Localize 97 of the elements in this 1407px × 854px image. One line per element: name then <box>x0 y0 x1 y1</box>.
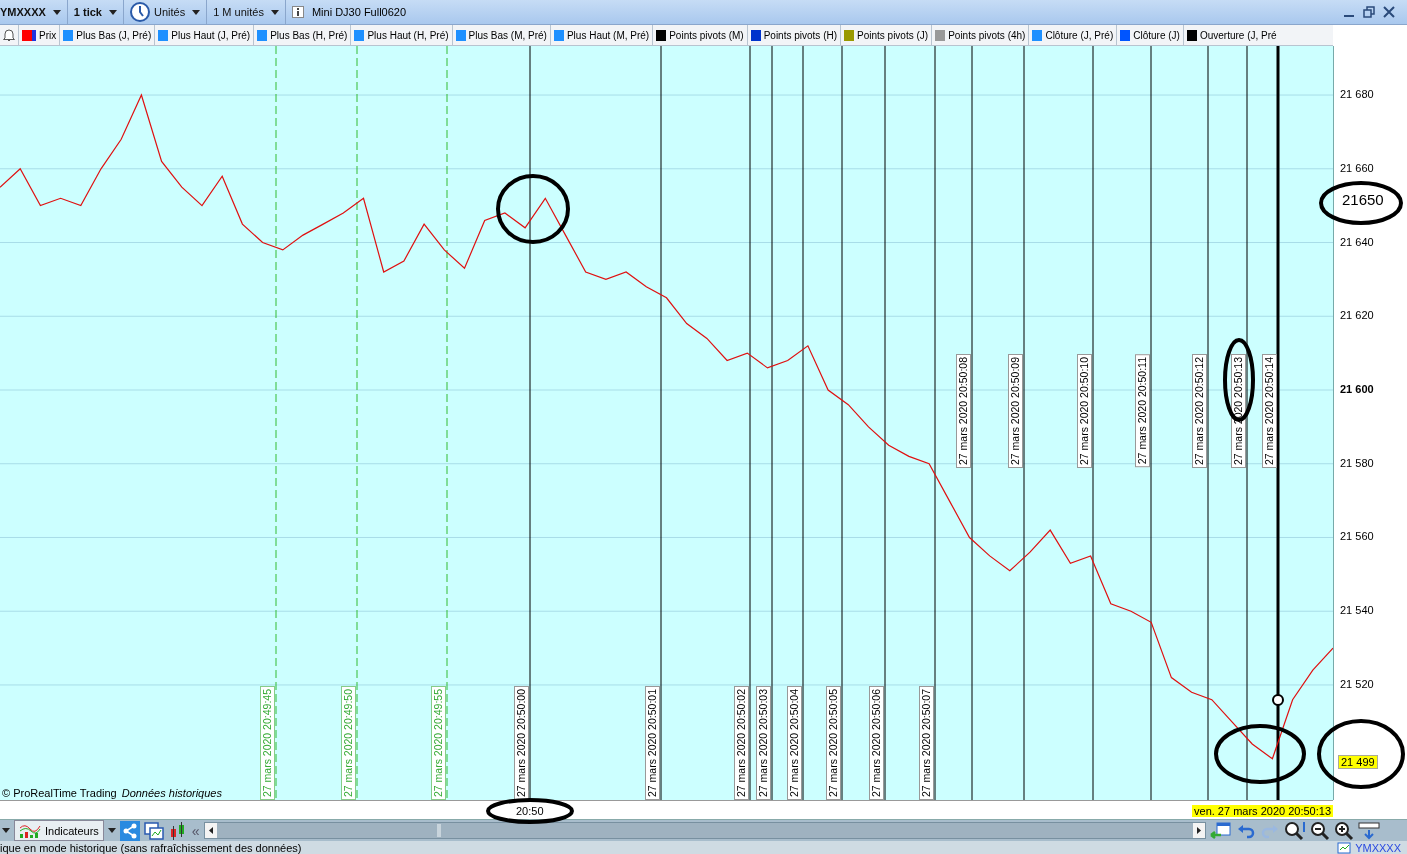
collapse-button[interactable]: « <box>191 822 200 839</box>
clock-icon <box>130 2 150 22</box>
time-marker-line[interactable] <box>971 46 973 800</box>
legend-item[interactable]: Points pivots (4h) <box>931 25 1029 45</box>
axis-label: 21 680 <box>1340 88 1374 101</box>
scroll-left-icon[interactable] <box>204 823 217 839</box>
caret-icon[interactable] <box>2 828 10 834</box>
zoom-fit-icon[interactable] <box>1283 820 1306 841</box>
time-marker-label: 27 mars 2020 20:50:08 <box>956 354 971 468</box>
time-marker-line[interactable] <box>356 46 358 800</box>
legend-item[interactable]: Plus Bas (M, Pré) <box>451 25 550 45</box>
legend-item[interactable]: Plus Haut (J, Pré) <box>154 25 254 45</box>
time-marker-label: 27 mars 2020 20:50:11 <box>1135 354 1150 468</box>
time-marker-line[interactable] <box>1246 46 1248 800</box>
caret-icon <box>192 9 201 15</box>
time-marker-label: 27 mars 2020 20:50:10 <box>1077 354 1092 468</box>
axis-label: 21 640 <box>1340 235 1374 248</box>
time-marker-label: 27 mars 2020 20:50:04 <box>787 686 802 800</box>
legend-item[interactable]: Prix <box>18 25 60 45</box>
restore-icon[interactable] <box>1363 6 1375 18</box>
time-marker-line[interactable] <box>771 46 773 800</box>
time-marker-label: 27 mars 2020 20:50:07 <box>919 686 934 800</box>
close-icon[interactable] <box>1383 6 1395 18</box>
legend-item[interactable]: Points pivots (H) <box>746 25 840 45</box>
price-tag: 21 499 <box>1338 755 1378 769</box>
indicator-chart-icon <box>19 822 41 839</box>
legend-item[interactable]: Clôture (J, Pré) <box>1028 25 1117 45</box>
time-marker-label: 27 mars 2020 20:49:55 <box>431 686 446 800</box>
legend-item[interactable]: Plus Haut (M, Pré) <box>549 25 653 45</box>
copyright-text: © ProRealTime Trading <box>2 787 117 799</box>
time-marker-label: 27 mars 2020 20:50:03 <box>756 686 771 800</box>
time-marker-line[interactable] <box>660 46 662 800</box>
zoom-out-icon[interactable] <box>1309 820 1330 841</box>
time-marker-line[interactable] <box>275 46 277 800</box>
more-icon[interactable] <box>1357 820 1380 841</box>
calendar-icon[interactable] <box>1209 820 1232 841</box>
zoom-in-icon[interactable] <box>1333 820 1354 841</box>
time-marker-line[interactable] <box>841 46 843 800</box>
scrollbar[interactable] <box>203 822 1206 840</box>
time-marker-line[interactable] <box>1276 46 1280 800</box>
caret-icon <box>109 9 117 15</box>
axis-label: 21 540 <box>1340 604 1374 617</box>
units-count-dropdown[interactable]: 1 M unités <box>207 0 286 24</box>
time-marker-label: 27 mars 2020 20:50:05 <box>826 686 841 800</box>
axis-label: 21 620 <box>1340 309 1374 322</box>
time-marker-line[interactable] <box>1207 46 1209 800</box>
bell-icon[interactable] <box>2 28 16 42</box>
time-marker-label: 27 mars 2020 20:50:01 <box>645 686 660 800</box>
caret-icon <box>270 9 279 15</box>
legend-item[interactable]: Points pivots (M) <box>652 25 747 45</box>
time-marker-label: 27 mars 2020 20:50:14 <box>1262 354 1277 468</box>
time-marker-line[interactable] <box>802 46 804 800</box>
axis-label: 21 580 <box>1340 456 1374 469</box>
time-marker-line[interactable] <box>934 46 936 800</box>
time-marker-label: 27 mars 2020 20:50:00 <box>514 686 529 800</box>
time-marker-line[interactable] <box>1150 46 1152 800</box>
axis-label: 21 560 <box>1340 530 1374 543</box>
status-message: ique en mode historique (sans rafraîchissement des données) <box>0 841 302 854</box>
axis-label: 21 600 <box>1340 383 1374 395</box>
time-marker-line[interactable] <box>749 46 751 800</box>
cursor-date-tag: ven. 27 mars 2020 20:50:13 <box>1192 805 1333 817</box>
windows-icon[interactable] <box>143 820 164 841</box>
time-marker-label: 27 mars 2020 20:50:09 <box>1008 354 1023 468</box>
info-icon[interactable] <box>291 6 304 18</box>
axis-label: 21 520 <box>1340 677 1374 690</box>
time-marker-label: 27 mars 2020 20:50:12 <box>1192 354 1207 468</box>
scroll-right-icon[interactable] <box>1192 823 1205 839</box>
annotation-text: 21650 <box>1342 191 1384 208</box>
time-marker-line[interactable] <box>529 46 531 800</box>
data-note: Données historiques <box>121 787 222 799</box>
time-marker-line[interactable] <box>1092 46 1094 800</box>
units-dropdown[interactable]: Unités <box>124 0 208 24</box>
legend-item[interactable]: Ouverture (J, Pré <box>1182 25 1280 45</box>
legend-item[interactable]: Plus Bas (H, Pré) <box>253 25 351 45</box>
caret-icon[interactable] <box>107 828 116 834</box>
legend-item[interactable]: Plus Haut (H, Pré) <box>350 25 452 45</box>
instrument-name: Mini DJ30 Full0620 <box>311 6 407 18</box>
time-marker-line[interactable] <box>1023 46 1025 800</box>
legend-item[interactable]: Plus Bas (J, Pré) <box>59 25 155 45</box>
time-marker-label: 27 mars 2020 20:50:06 <box>869 686 884 800</box>
time-marker-label: 27 mars 2020 20:49:45 <box>260 686 275 800</box>
time-marker-label: 27 mars 2020 20:49:50 <box>341 686 356 800</box>
cursor-point[interactable] <box>1272 694 1284 706</box>
axis-label: 20:50 <box>516 805 544 817</box>
axis-label: 21 660 <box>1340 161 1374 174</box>
legend-item[interactable]: Points pivots (J) <box>840 25 932 45</box>
chart-add-icon[interactable] <box>1337 841 1352 854</box>
interval-dropdown[interactable]: 1 tick <box>67 0 124 24</box>
indicators-button[interactable]: Indicateurs <box>14 820 104 842</box>
legend-item[interactable]: Clôture (J) <box>1116 25 1183 45</box>
symbol-dropdown[interactable]: YMXXXX <box>0 0 68 24</box>
time-marker-label: 27 mars 2020 20:50:02 <box>734 686 749 800</box>
status-symbol[interactable]: YMXXXX <box>1355 841 1401 854</box>
time-marker-line[interactable] <box>446 46 448 800</box>
caret-icon <box>52 9 61 15</box>
time-marker-line[interactable] <box>884 46 886 800</box>
share-icon[interactable] <box>119 820 140 841</box>
